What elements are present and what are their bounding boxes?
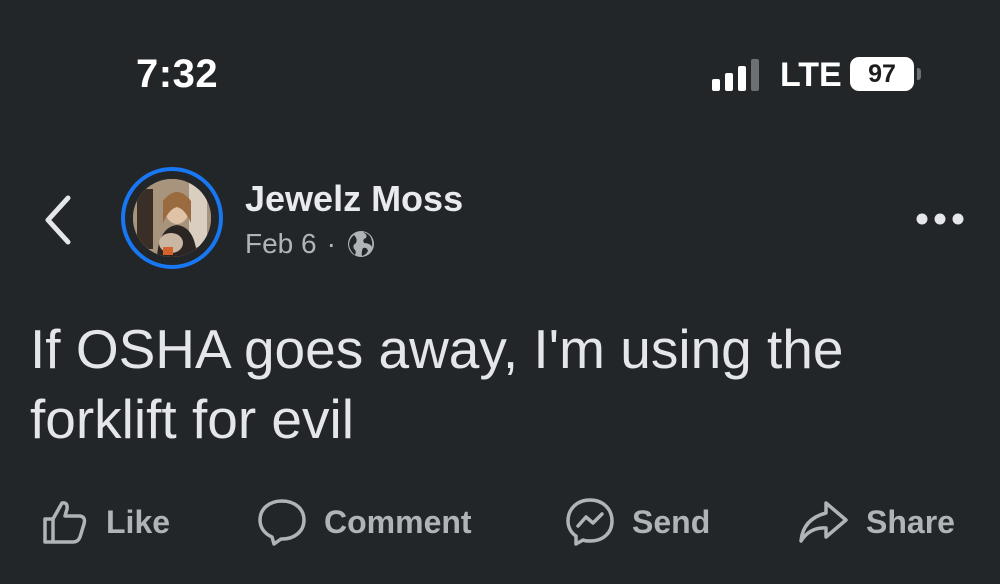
avatar[interactable] (133, 179, 211, 257)
signal-icon (712, 59, 759, 91)
post-text: If OSHA goes away, I'm using the forklif… (30, 314, 980, 454)
back-chevron-icon[interactable] (40, 194, 76, 246)
share-arrow-icon (799, 501, 848, 543)
post-meta: Feb 6 · (245, 228, 376, 260)
send-button[interactable]: Send (564, 494, 710, 550)
battery-level: 97 (868, 59, 896, 88)
post-screen: 7:32 LTE 97 Jewelz Moss Feb 6 · If OSHA … (0, 0, 1000, 584)
thumbs-up-icon (43, 501, 87, 544)
comment-label: Comment (324, 503, 472, 540)
network-type: LTE (780, 56, 842, 94)
meta-separator: · (326, 228, 336, 259)
more-options-icon[interactable] (914, 208, 966, 230)
send-label: Send (632, 503, 711, 540)
messenger-icon (566, 498, 614, 546)
like-label: Like (106, 503, 171, 540)
comment-bubble-icon (258, 499, 306, 546)
avatar-story-ring[interactable] (121, 167, 223, 269)
battery-nub-icon (917, 68, 921, 80)
post-date[interactable]: Feb 6 (245, 228, 317, 260)
post-text-line: forklift for evil (30, 388, 354, 450)
comment-button[interactable]: Comment (256, 494, 472, 550)
globe-icon (347, 231, 374, 257)
post-author-name[interactable]: Jewelz Moss (245, 178, 463, 220)
share-label: Share (866, 503, 955, 540)
avatar-photo-icon (133, 179, 211, 257)
post-text-line: If OSHA goes away, I'm using the (30, 318, 844, 380)
status-time: 7:32 (136, 52, 219, 96)
share-button[interactable]: Share (796, 494, 955, 550)
like-button[interactable]: Like (40, 494, 170, 550)
battery-indicator: 97 (850, 57, 914, 91)
